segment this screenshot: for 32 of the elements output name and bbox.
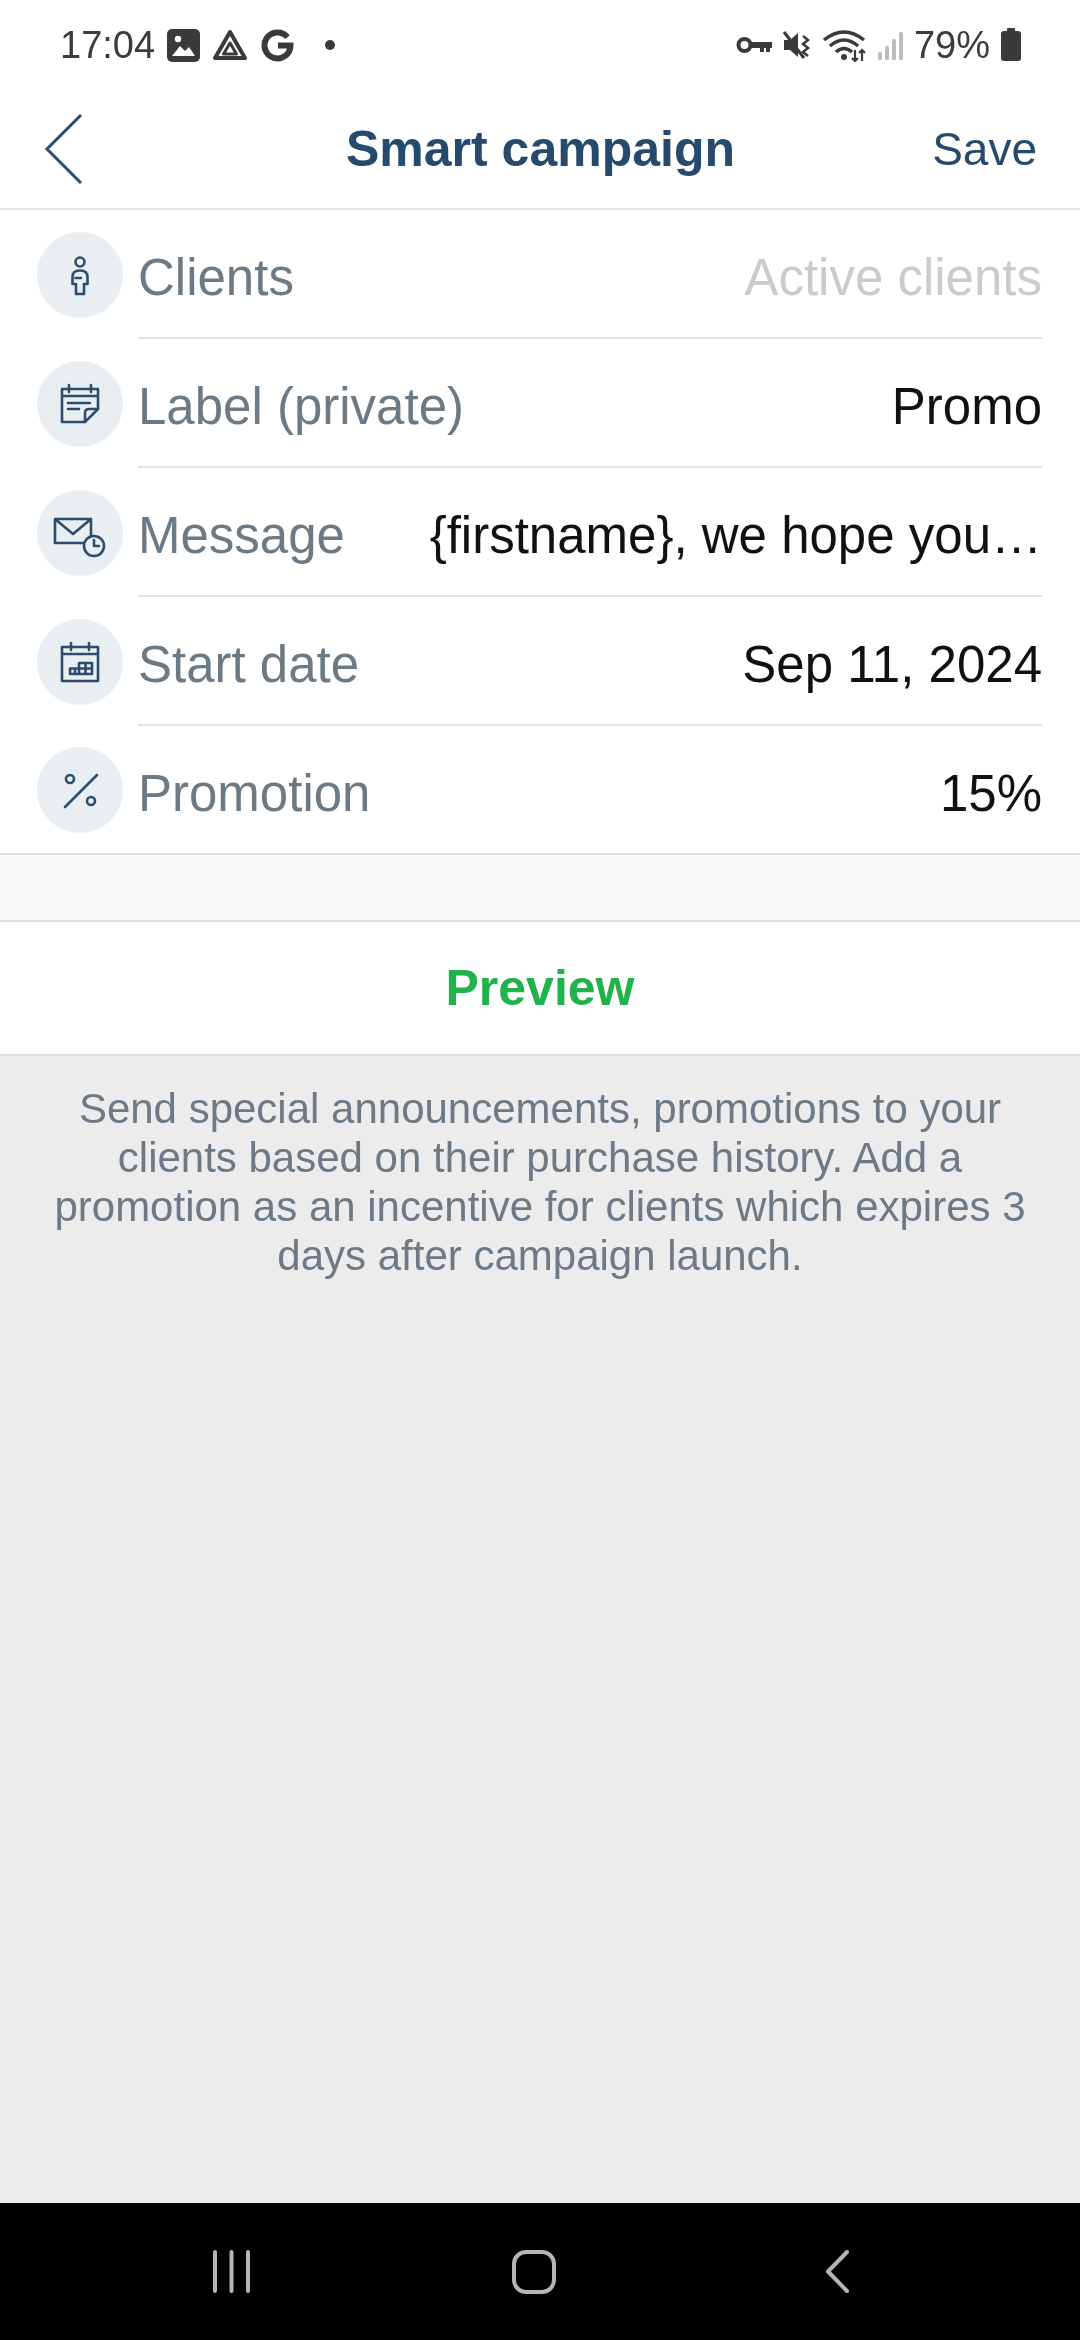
signal-icon bbox=[876, 30, 904, 60]
save-button[interactable]: Save bbox=[932, 122, 1037, 176]
battery-icon bbox=[1000, 28, 1022, 62]
back-icon[interactable] bbox=[44, 113, 84, 185]
back-icon[interactable] bbox=[824, 2250, 850, 2293]
image-icon bbox=[167, 28, 201, 62]
home-icon[interactable] bbox=[512, 2249, 556, 2294]
field-value[interactable]: {firstname}, we hope you… bbox=[429, 505, 1042, 565]
key-icon bbox=[735, 35, 772, 55]
recent-apps-icon[interactable] bbox=[211, 2250, 251, 2293]
battery-percent: 79% bbox=[913, 26, 990, 64]
field-label: Label (private) bbox=[138, 376, 464, 436]
percent-icon bbox=[37, 746, 123, 833]
field-label: Clients bbox=[138, 247, 294, 307]
screen-title: Smart campaign bbox=[346, 120, 735, 178]
field-value[interactable]: Sep 11, 2024 bbox=[742, 634, 1042, 694]
wifi-icon bbox=[821, 28, 867, 62]
status-time: 17:04 bbox=[60, 26, 156, 64]
field-label: Promotion bbox=[138, 763, 371, 823]
field-label: Start date bbox=[138, 634, 360, 694]
field-value[interactable]: Promo bbox=[891, 376, 1042, 436]
description-text: Send special announcements, promotions to your clients based on their purchase history. Add a promotion as an incentive for clients which expires 3 days after campaign launch. bbox=[53, 1084, 1027, 1280]
note-icon bbox=[37, 360, 123, 447]
muted-speaker-icon bbox=[781, 29, 812, 61]
triangle-icon bbox=[212, 29, 249, 61]
g-letter-icon bbox=[260, 27, 296, 63]
mail-clock-icon bbox=[37, 489, 123, 576]
person-icon bbox=[37, 231, 123, 318]
field-label: Message bbox=[138, 505, 345, 565]
dot-icon bbox=[325, 40, 336, 50]
field-value[interactable]: 15% bbox=[939, 763, 1042, 823]
calendar-icon bbox=[37, 618, 123, 705]
